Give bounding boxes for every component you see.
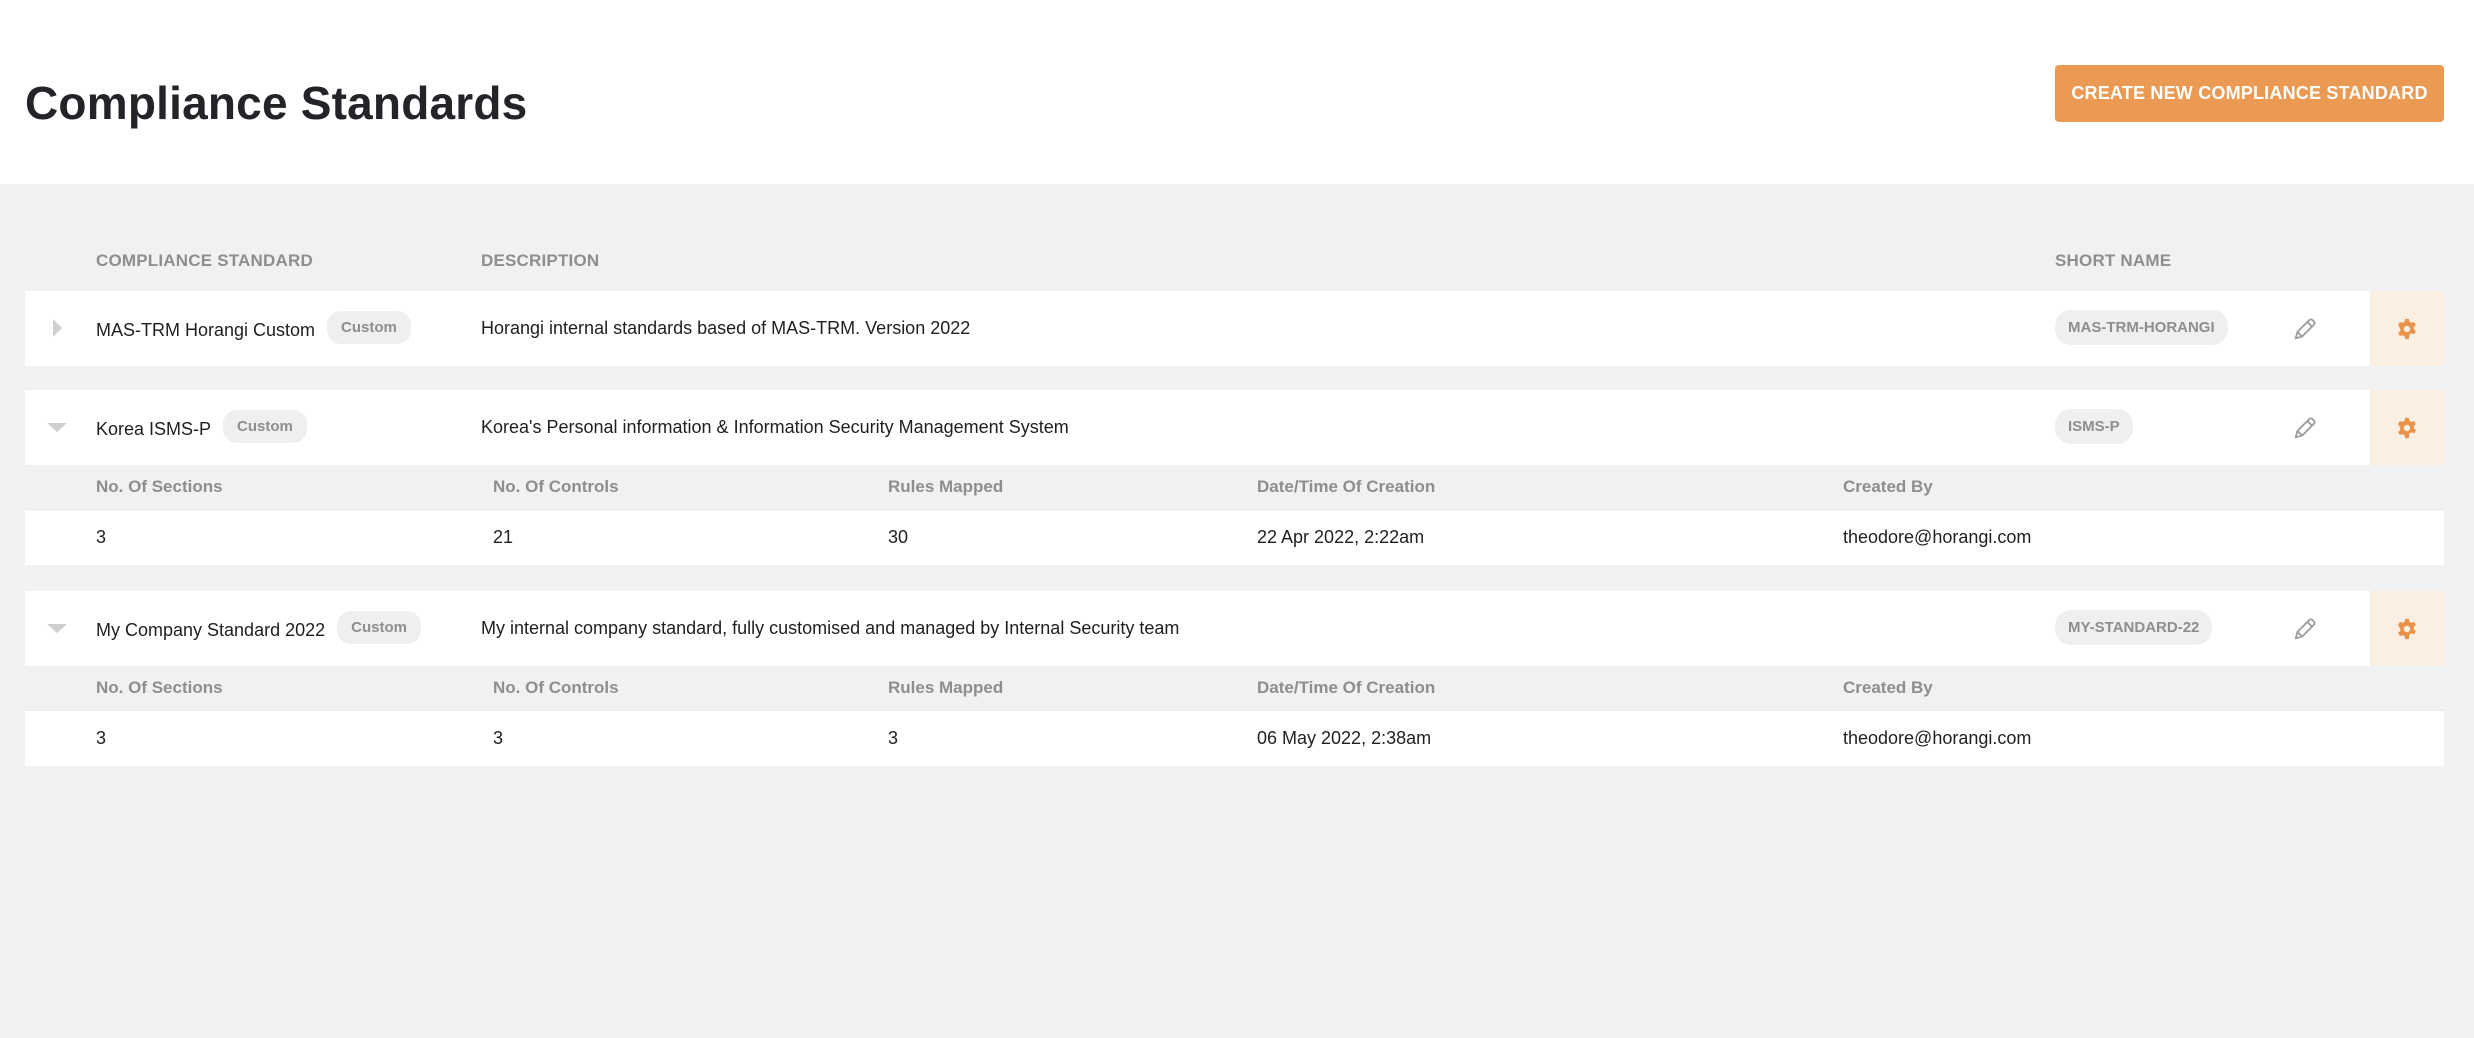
detail-header-controls: No. Of Controls [493, 477, 619, 496]
short-name-badge: ISMS-P [2055, 409, 2133, 444]
caret-down-icon [47, 423, 67, 432]
standard-description: My internal company standard, fully cust… [481, 618, 1180, 638]
gear-icon [2398, 417, 2416, 438]
created-by-value: theodore@horangi.com [1843, 527, 2032, 547]
gear-icon [2398, 318, 2416, 339]
expand-toggle[interactable] [47, 319, 67, 339]
page-header: Compliance Standards CREATE NEW COMPLIAN… [0, 0, 2474, 184]
gear-icon [2398, 618, 2416, 639]
short-name-badge: MY-STANDARD-22 [2055, 610, 2213, 645]
detail-header: No. Of Sections No. Of Controls Rules Ma… [25, 666, 2444, 710]
detail-header-created-by: Created By [1843, 477, 1933, 496]
standard-description: Horangi internal standards based of MAS-… [481, 318, 971, 338]
sections-value: 3 [96, 728, 107, 748]
edit-button[interactable] [2291, 315, 2319, 343]
custom-badge: Custom [327, 311, 411, 344]
detail-header: No. Of Sections No. Of Controls Rules Ma… [25, 465, 2444, 509]
column-header-short-name[interactable]: SHORT NAME [2055, 251, 2171, 271]
caret-down-icon [47, 624, 67, 633]
collapse-toggle[interactable] [47, 619, 67, 639]
create-compliance-standard-button[interactable]: CREATE NEW COMPLIANCE STANDARD [2055, 65, 2444, 122]
pencil-icon [2294, 417, 2316, 439]
table-row[interactable]: MAS-TRM Horangi Custom Custom Horangi in… [25, 291, 2444, 366]
table-row[interactable]: Korea ISMS-P Custom Korea's Personal inf… [25, 390, 2444, 465]
edit-button[interactable] [2291, 615, 2319, 643]
controls-value: 21 [493, 527, 514, 547]
standard-name-cell: MAS-TRM Horangi Custom Custom [96, 311, 411, 344]
detail-header-controls: No. Of Controls [493, 678, 619, 697]
standard-name-cell: Korea ISMS-P Custom [96, 410, 307, 443]
column-header-compliance-standard[interactable]: COMPLIANCE STANDARD [96, 251, 313, 271]
standard-name: Korea ISMS-P [96, 419, 212, 439]
detail-header-sections: No. Of Sections [96, 477, 223, 496]
custom-badge: Custom [223, 410, 307, 443]
detail-header-created-at: Date/Time Of Creation [1257, 678, 1436, 697]
sections-value: 3 [96, 527, 107, 547]
rules-mapped-value: 3 [888, 728, 899, 748]
detail-header-sections: No. Of Sections [96, 678, 223, 697]
collapse-toggle[interactable] [47, 418, 67, 438]
detail-header-created-at: Date/Time Of Creation [1257, 477, 1436, 496]
pencil-icon [2294, 618, 2316, 640]
table-row[interactable]: My Company Standard 2022 Custom My inter… [25, 591, 2444, 666]
edit-button[interactable] [2291, 414, 2319, 442]
standard-name-cell: My Company Standard 2022 Custom [96, 611, 421, 644]
detail-header-created-by: Created By [1843, 678, 1933, 697]
settings-button[interactable] [2370, 591, 2444, 666]
detail-row: 3 3 3 06 May 2022, 2:38am theodore@horan… [25, 710, 2444, 766]
caret-right-icon [53, 319, 62, 337]
controls-value: 3 [493, 728, 504, 748]
pencil-icon [2294, 318, 2316, 340]
standard-name: My Company Standard 2022 [96, 620, 326, 640]
standard-name: MAS-TRM Horangi Custom [96, 320, 316, 340]
settings-button[interactable] [2370, 390, 2444, 465]
created-by-value: theodore@horangi.com [1843, 728, 2032, 748]
short-name-badge: MAS-TRM-HORANGI [2055, 310, 2228, 345]
column-header-description[interactable]: DESCRIPTION [481, 251, 599, 271]
detail-header-rules-mapped: Rules Mapped [888, 678, 1004, 697]
created-at-value: 06 May 2022, 2:38am [1257, 728, 1432, 748]
detail-header-rules-mapped: Rules Mapped [888, 477, 1004, 496]
table-header: COMPLIANCE STANDARD DESCRIPTION SHORT NA… [25, 231, 2444, 290]
page-title: Compliance Standards [25, 77, 528, 129]
custom-badge: Custom [337, 611, 421, 644]
detail-row: 3 21 30 22 Apr 2022, 2:22am theodore@hor… [25, 509, 2444, 565]
standard-description: Korea's Personal information & Informati… [481, 417, 1069, 437]
created-at-value: 22 Apr 2022, 2:22am [1257, 527, 1425, 547]
settings-button[interactable] [2370, 291, 2444, 366]
rules-mapped-value: 30 [888, 527, 909, 547]
